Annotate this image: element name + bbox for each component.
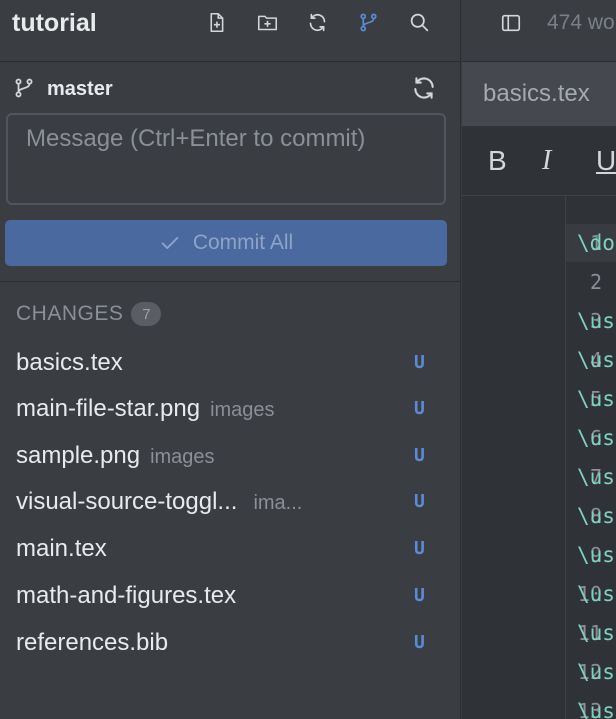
- sidebar-toggle-icon[interactable]: [500, 12, 522, 34]
- word-count: 474 wo: [547, 11, 615, 34]
- code-line[interactable]: \us: [577, 657, 615, 687]
- bold-button[interactable]: B: [488, 145, 507, 177]
- editor-header: 474 wo: [462, 0, 616, 62]
- changed-file-item[interactable]: basics.tex U: [0, 340, 461, 386]
- file-name: math-and-figures.tex: [16, 582, 237, 609]
- file-status-badge: U: [414, 445, 425, 466]
- commit-all-button[interactable]: Commit All: [5, 220, 447, 266]
- format-toolbar: [462, 126, 616, 196]
- changed-file-item[interactable]: references.bib U: [0, 620, 461, 666]
- italic-button[interactable]: I: [542, 145, 551, 177]
- file-name: main.tex: [16, 535, 107, 562]
- tab-bar: basics.tex: [462, 62, 616, 126]
- changes-header[interactable]: CHANGES 7: [16, 302, 162, 326]
- code-line[interactable]: \us: [577, 423, 615, 453]
- changed-file-item[interactable]: math-and-figures.tex U: [0, 573, 461, 619]
- git-branch-icon[interactable]: [355, 9, 381, 35]
- changes-label: CHANGES: [16, 302, 124, 325]
- new-folder-icon[interactable]: [254, 9, 280, 35]
- project-title: tutorial: [12, 9, 97, 37]
- source-control-sidebar: tutorial master Commit All CHANGES 7 bas…: [0, 0, 461, 719]
- file-status-badge: U: [414, 538, 425, 559]
- refresh-icon[interactable]: [411, 75, 437, 101]
- code-line[interactable]: \us: [577, 618, 615, 648]
- file-name: references.bib: [16, 629, 169, 656]
- commit-message-input[interactable]: [6, 113, 446, 205]
- tab-basics-tex[interactable]: basics.tex: [462, 62, 616, 126]
- sidebar-header: tutorial: [0, 0, 461, 62]
- tab-label: basics.tex: [483, 80, 590, 107]
- changed-file-item[interactable]: main.tex U: [0, 526, 461, 572]
- code-line[interactable]: \us: [577, 579, 615, 609]
- file-directory: images: [210, 399, 275, 421]
- file-name: main-file-star.png: [16, 395, 201, 422]
- underline-button[interactable]: U: [596, 145, 616, 177]
- file-name: visual-source-toggl...: [16, 488, 238, 515]
- file-directory: ima...: [253, 492, 303, 514]
- new-file-icon[interactable]: [203, 9, 229, 35]
- code-line[interactable]: \us: [577, 306, 615, 336]
- file-name: basics.tex: [16, 349, 123, 376]
- changed-file-item[interactable]: main-file-star.png images U: [0, 386, 461, 432]
- file-status-badge: U: [414, 352, 425, 373]
- code-line[interactable]: \us: [577, 384, 615, 414]
- code-line[interactable]: \us: [577, 696, 615, 719]
- editor-pane: 474 wo basics.tex B I U 1 \do 2 3 \us 4 \us 5 \u…: [462, 0, 616, 719]
- code-line[interactable]: \do: [577, 228, 615, 258]
- checkmark-icon: [161, 237, 179, 249]
- search-icon[interactable]: [406, 9, 432, 35]
- branch-name[interactable]: master: [47, 77, 113, 101]
- sync-icon[interactable]: [304, 9, 330, 35]
- changed-file-item[interactable]: sample.png images U: [0, 433, 461, 479]
- changes-count-badge: 7: [131, 302, 162, 326]
- divider: [0, 281, 461, 282]
- code-line[interactable]: \us: [577, 462, 615, 492]
- code-line[interactable]: \us: [577, 540, 615, 570]
- file-status-badge: U: [414, 398, 425, 419]
- line-number: 2: [589, 270, 602, 294]
- file-status-badge: U: [414, 585, 425, 606]
- code-line[interactable]: \us: [577, 501, 615, 531]
- changed-file-item[interactable]: visual-source-toggl... ima... U: [0, 479, 461, 525]
- code-line[interactable]: \us: [577, 345, 615, 375]
- file-status-badge: U: [414, 632, 425, 653]
- file-directory: images: [150, 446, 215, 468]
- file-name: sample.png: [16, 442, 141, 469]
- git-branch-icon: [15, 78, 33, 98]
- file-status-badge: U: [414, 491, 425, 512]
- commit-all-label: Commit All: [192, 231, 294, 254]
